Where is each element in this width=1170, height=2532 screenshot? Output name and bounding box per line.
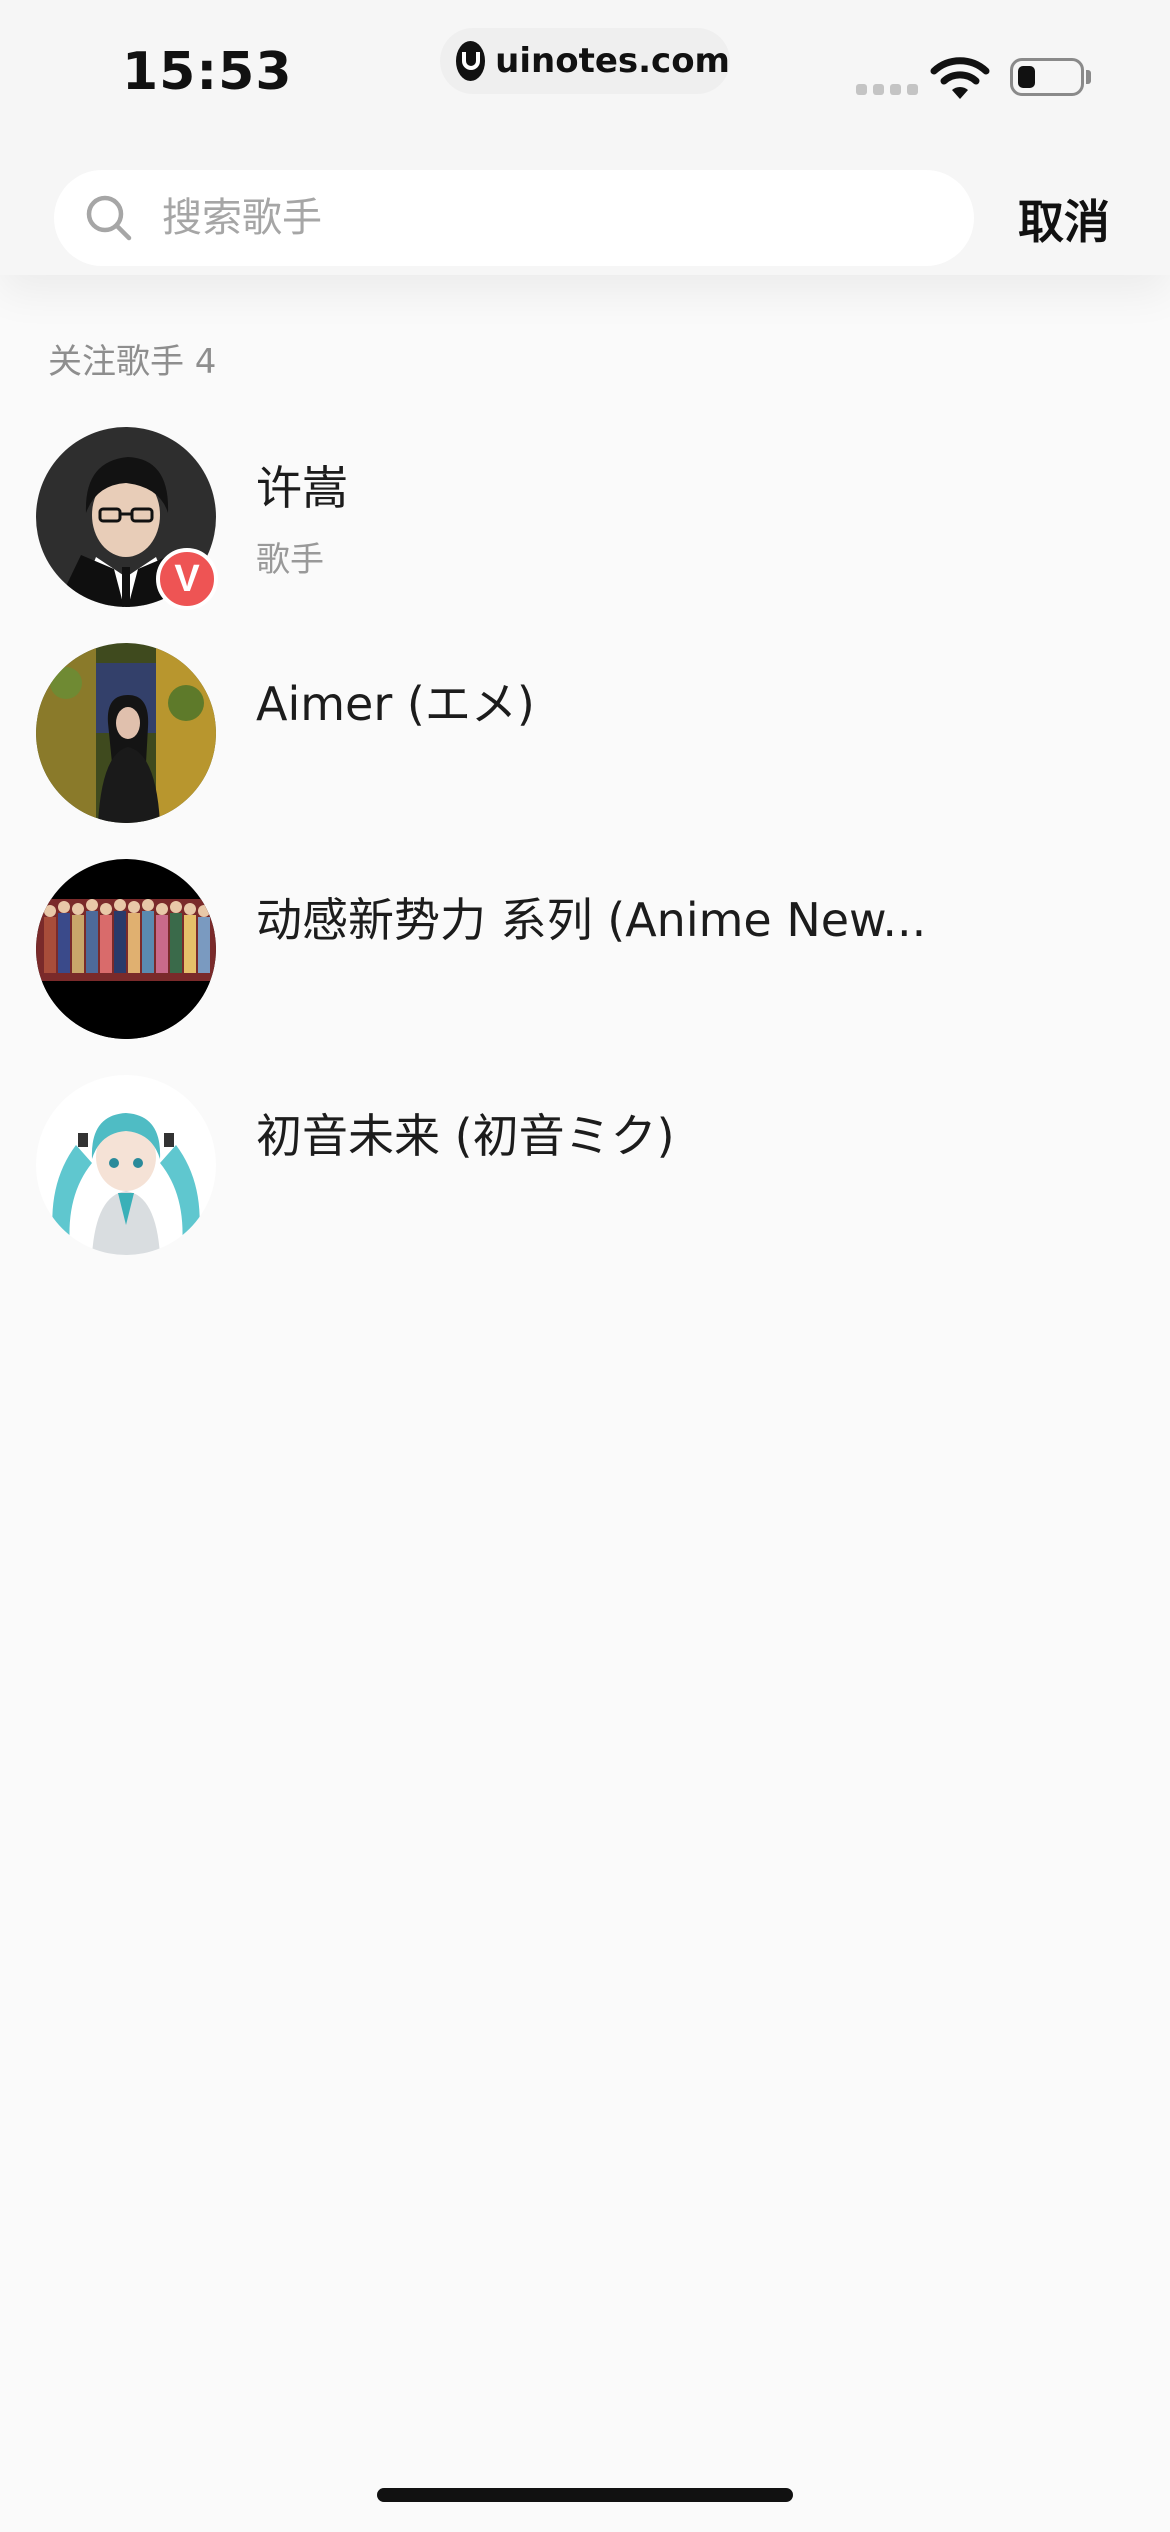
search-input[interactable] <box>160 194 924 242</box>
top-header: 15:53 uinotes.com 取消 <box>0 0 1170 275</box>
battery-level <box>1018 66 1035 88</box>
singer-subtitle: 歌手 <box>256 540 324 580</box>
singer-avatar <box>36 859 216 1039</box>
search-box[interactable] <box>54 170 974 266</box>
cancel-button[interactable]: 取消 <box>1018 186 1110 252</box>
battery-icon <box>1010 58 1084 96</box>
search-icon <box>86 195 132 241</box>
site-logo-icon <box>456 41 486 81</box>
singer-avatar <box>36 1075 216 1255</box>
singer-list: V 许嵩 歌手 Aimer (エメ) 动感新势力 系列 (Anime New..… <box>0 420 1170 1284</box>
verified-badge-icon: V <box>156 548 218 610</box>
status-time: 15:53 <box>122 42 293 102</box>
cellular-signal-icon <box>856 84 918 95</box>
singer-item[interactable]: Aimer (エメ) <box>0 636 1170 852</box>
singer-item[interactable]: 初音未来 (初音ミク) <box>0 1068 1170 1284</box>
singer-avatar <box>36 643 216 823</box>
url-pill[interactable]: uinotes.com <box>440 28 730 94</box>
singer-name: Aimer (エメ) <box>256 677 535 731</box>
battery-cap <box>1086 70 1091 84</box>
status-bar: 15:53 uinotes.com <box>0 0 1170 150</box>
singer-item[interactable]: V 许嵩 歌手 <box>0 420 1170 636</box>
url-text: uinotes.com <box>495 41 730 81</box>
singer-name: 许嵩 <box>256 461 348 515</box>
singer-item[interactable]: 动感新势力 系列 (Anime New... <box>0 852 1170 1068</box>
singer-name: 初音未来 (初音ミク) <box>256 1109 675 1163</box>
home-indicator[interactable] <box>377 2488 793 2502</box>
wifi-icon <box>930 57 990 99</box>
singer-name: 动感新势力 系列 (Anime New... <box>256 893 927 947</box>
followed-singers-label: 关注歌手 4 <box>48 342 217 382</box>
